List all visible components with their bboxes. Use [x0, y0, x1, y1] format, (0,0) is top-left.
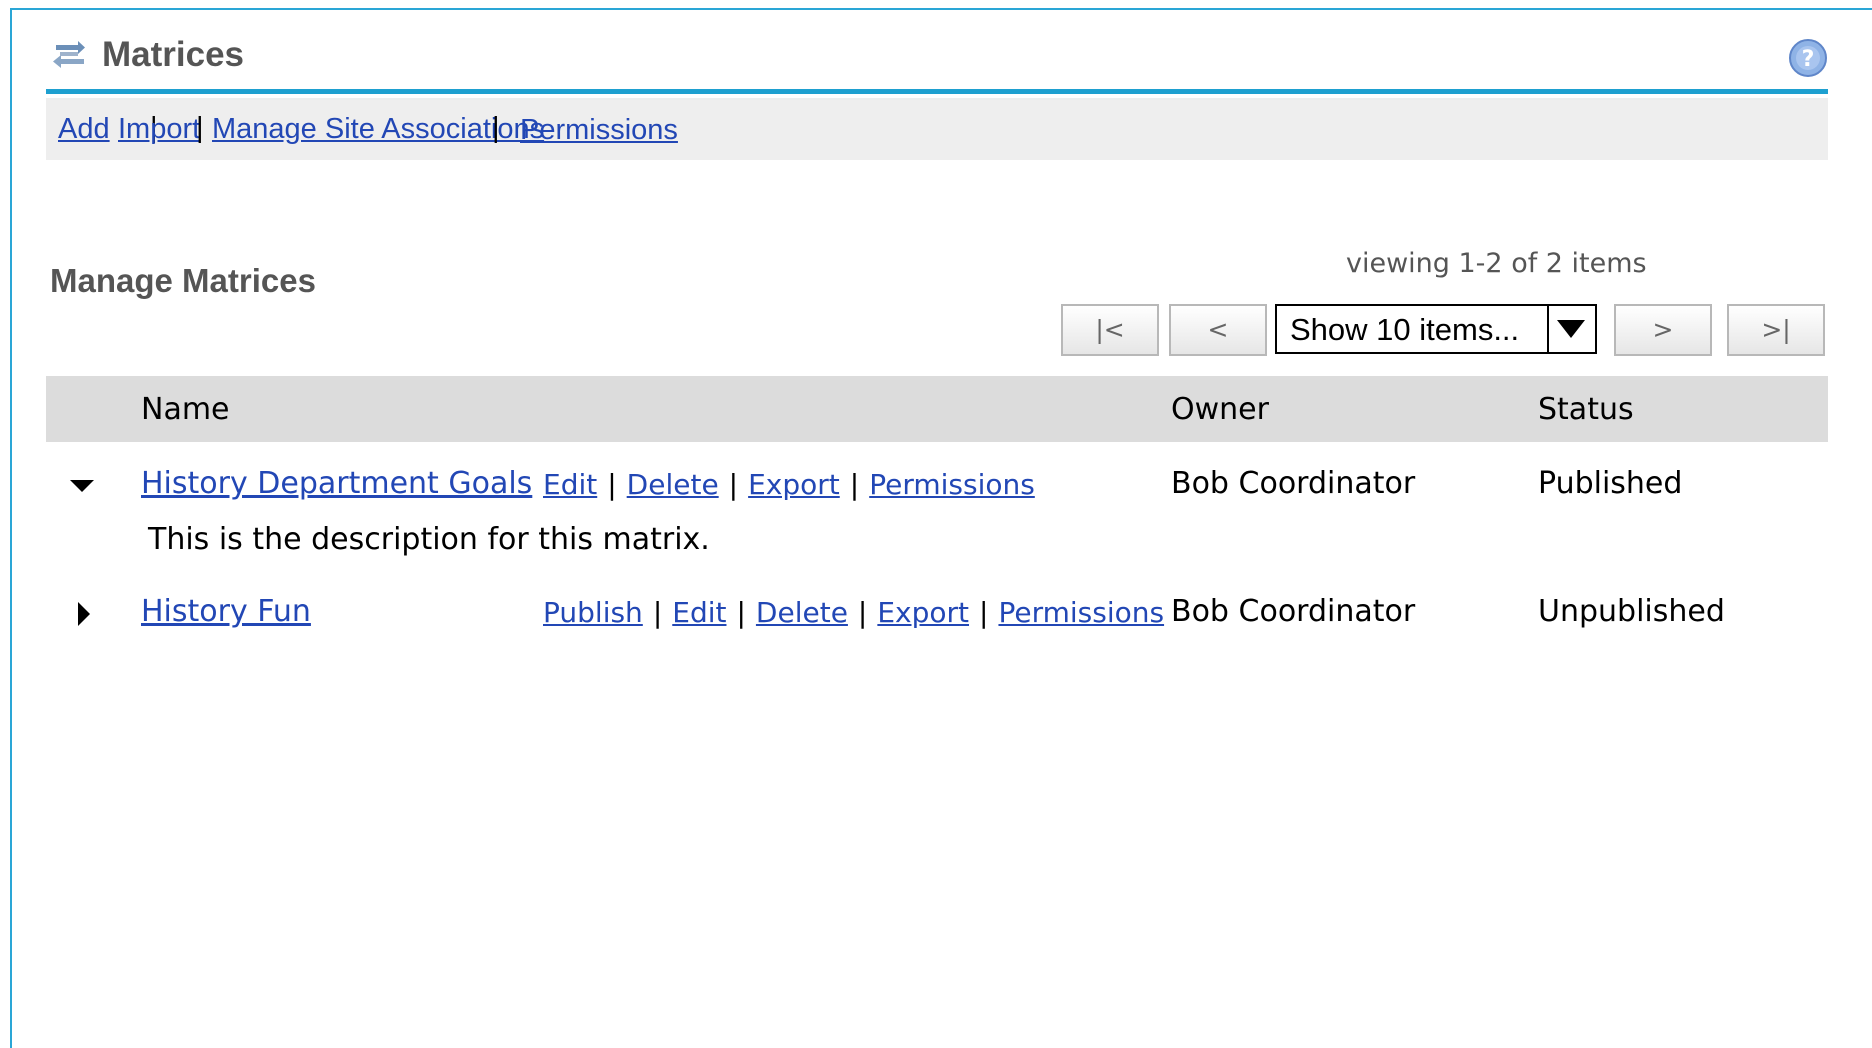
- status-column-header: Status: [1538, 392, 1634, 427]
- last-page-button[interactable]: >|: [1727, 304, 1825, 356]
- nav-separator: |: [492, 112, 500, 144]
- owner-cell: Bob Coordinator: [1171, 466, 1416, 501]
- matrix-actions: Edit | Delete | Export | Permissions: [543, 468, 1035, 501]
- collapse-triangle-icon[interactable]: [70, 478, 94, 494]
- matrix-actions: Publish | Edit | Delete | Export | Permissions: [543, 596, 1165, 629]
- help-icon[interactable]: ?: [1788, 38, 1828, 78]
- table-header: Name Owner Status: [46, 376, 1828, 442]
- status-cell: Unpublished: [1538, 594, 1725, 629]
- first-page-button[interactable]: |<: [1061, 304, 1159, 356]
- permissions-link[interactable]: Permissions: [869, 468, 1035, 501]
- owner-column-header: Owner: [1171, 392, 1269, 427]
- permissions-link[interactable]: Permissions: [998, 596, 1164, 629]
- tool-title-bar: Matrices ?: [46, 30, 1828, 94]
- publish-link[interactable]: Publish: [543, 596, 643, 629]
- pager-status: viewing 1-2 of 2 items: [1346, 248, 1647, 279]
- table-row: History Fun Publish | Edit | Delete | Export | P…: [46, 590, 1828, 650]
- edit-link[interactable]: Edit: [672, 596, 726, 629]
- next-page-button[interactable]: >: [1614, 304, 1712, 356]
- status-cell: Published: [1538, 466, 1683, 501]
- matrix-name-link[interactable]: History Department Goals: [141, 466, 532, 501]
- permissions-link[interactable]: Permissions: [520, 114, 678, 147]
- table-row: History Department Goals Edit | Delete | Exp…: [46, 462, 1828, 572]
- section-title: Manage Matrices: [50, 262, 316, 299]
- tool-title: Matrices: [102, 35, 245, 74]
- dropdown-arrow-icon: [1547, 306, 1595, 352]
- matrix-description: This is the description for this matrix.: [148, 522, 710, 557]
- svg-text:?: ?: [1802, 47, 1815, 72]
- export-link[interactable]: Export: [877, 596, 969, 629]
- edit-link[interactable]: Edit: [543, 468, 597, 501]
- import-link[interactable]: Import: [118, 113, 200, 146]
- expand-triangle-icon[interactable]: [76, 602, 90, 626]
- nav-separator: |: [196, 112, 204, 144]
- matrix-name-link[interactable]: History Fun: [141, 594, 311, 629]
- add-link[interactable]: Add: [58, 113, 110, 146]
- tool-navbar: Add | Import | Manage Site Associations …: [46, 98, 1828, 160]
- matrix-tool-icon: [53, 41, 85, 68]
- name-column-header: Name: [141, 392, 230, 427]
- export-link[interactable]: Export: [748, 468, 840, 501]
- page-size-select[interactable]: Show 10 items...: [1275, 304, 1597, 354]
- delete-link[interactable]: Delete: [627, 468, 719, 501]
- delete-link[interactable]: Delete: [756, 596, 848, 629]
- page-size-value: Show 10 items...: [1290, 312, 1520, 347]
- owner-cell: Bob Coordinator: [1171, 594, 1416, 629]
- previous-page-button[interactable]: <: [1169, 304, 1267, 356]
